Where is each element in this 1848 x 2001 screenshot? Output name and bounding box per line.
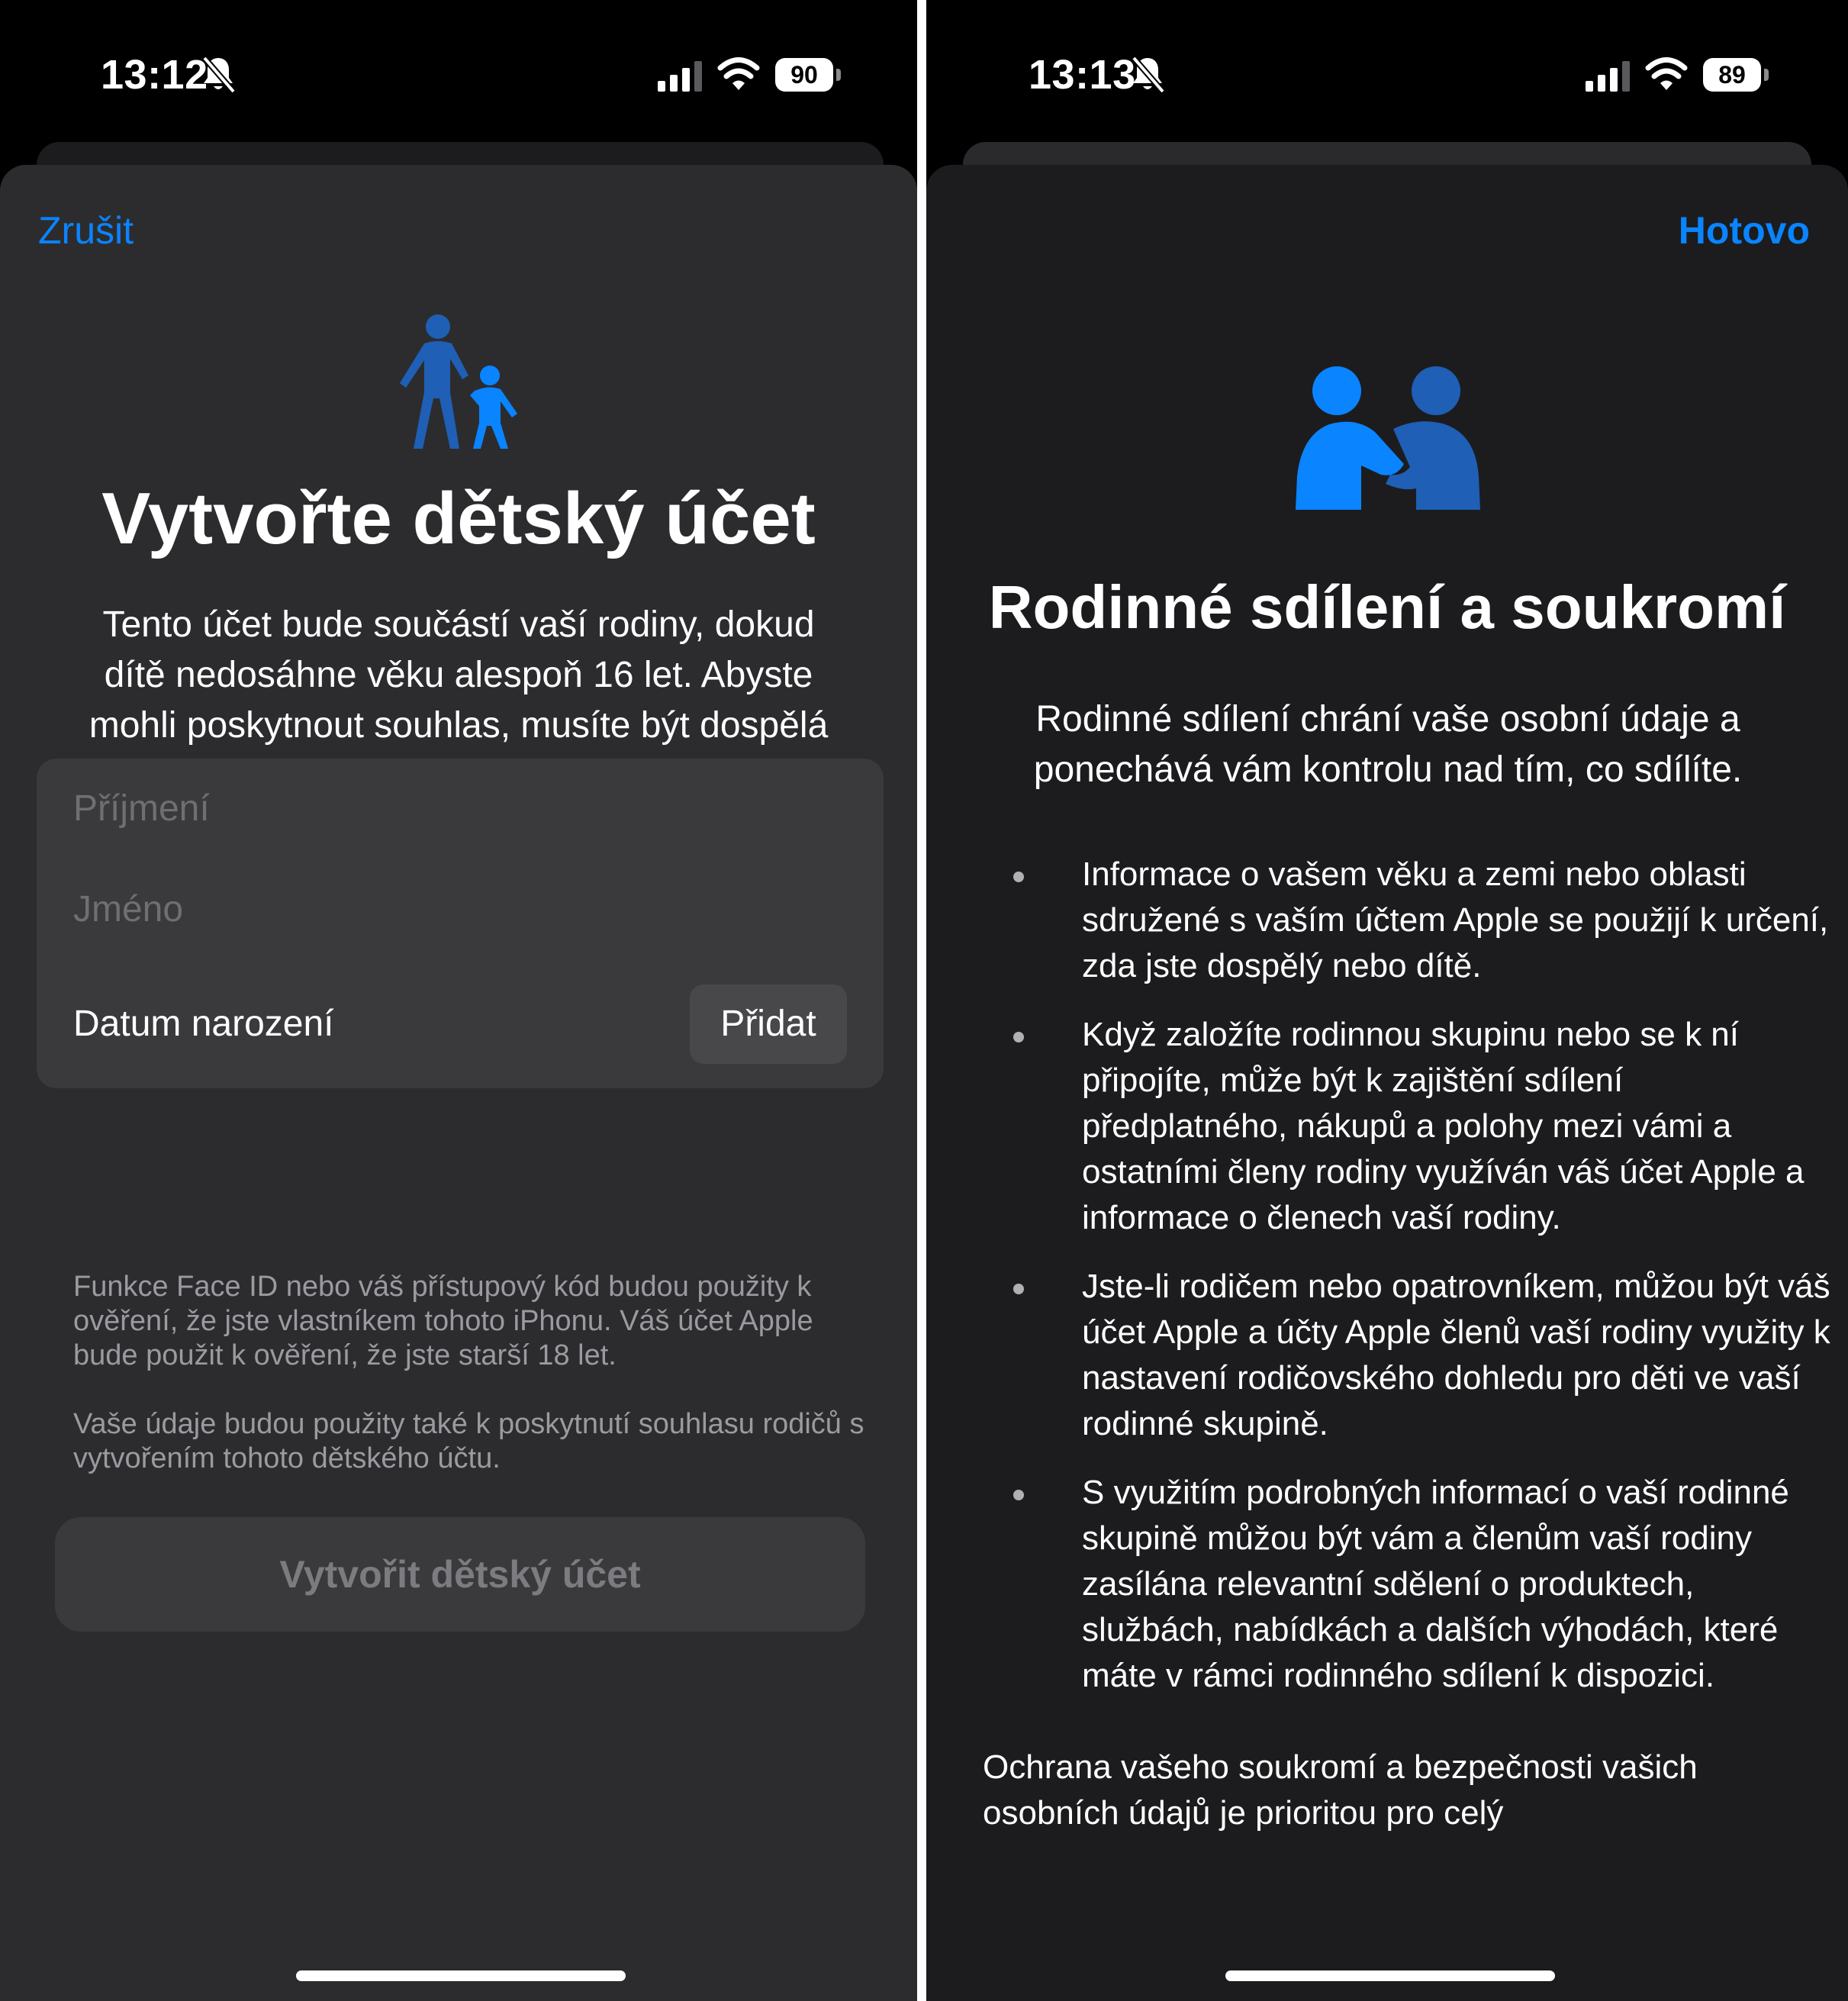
list-item: Jste-li rodičem nebo opatrovníkem, můžou… — [980, 1264, 1834, 1447]
wifi-icon — [1645, 57, 1688, 90]
list-item: Když založíte rodinnou skupinu nebo se k… — [980, 1012, 1834, 1241]
two-people-handshake-icon — [1296, 366, 1480, 510]
bullet-dot — [1013, 1032, 1024, 1042]
home-indicator[interactable] — [1225, 1970, 1555, 1981]
page-title: Vytvořte dětský účet — [101, 478, 816, 559]
bell-slash-icon — [1131, 56, 1166, 94]
battery-nub — [836, 69, 841, 81]
bullet-dot — [1013, 1284, 1024, 1294]
face-id-footnote: Funkce Face ID nebo váš přístupový kód b… — [73, 1271, 813, 1371]
left-phone-screen: 13:12 90 Zrušit Vytvořte dětský účet Ten… — [0, 0, 917, 2001]
first-name-input[interactable]: Jméno — [73, 887, 183, 933]
list-item: S využitím podrobných informací o vaší r… — [980, 1470, 1834, 1699]
cellular-signal-icon — [658, 61, 702, 92]
privacy-bullet-list: Informace o vašem věku a zemi nebo oblas… — [980, 852, 1834, 1722]
bullet-dot — [1013, 1490, 1024, 1500]
consent-footnote: Vaše údaje budou použity také k poskytnu… — [73, 1408, 864, 1474]
birthdate-label: Datum narození — [73, 1004, 334, 1044]
bullet-text: Když založíte rodinnou skupinu nebo se k… — [1082, 1016, 1805, 1236]
home-indicator[interactable] — [296, 1970, 626, 1981]
closing-text: Ochrana vašeho soukromí a bezpečnosti va… — [983, 1748, 1698, 1832]
battery-nub — [1764, 69, 1769, 81]
bullet-dot — [1013, 872, 1024, 882]
family-sharing-privacy-sheet: Hotovo Rodinné sdílení a soukromí Rodinn… — [926, 165, 1848, 2001]
bell-slash-icon — [201, 56, 237, 94]
screenshot-divider — [917, 0, 926, 2001]
intro-text: Rodinné sdílení chrání vaše osobní údaje… — [1033, 699, 1743, 790]
battery-level: 89 — [1703, 58, 1761, 92]
battery-indicator: 90 — [775, 58, 841, 92]
create-child-account-button[interactable]: Vytvořit dětský účet — [55, 1517, 865, 1632]
page-title: Rodinné sdílení a soukromí — [988, 573, 1786, 641]
list-item: Informace o vašem věku a zemi nebo oblas… — [980, 852, 1834, 989]
battery-level: 90 — [775, 58, 833, 92]
cellular-signal-icon — [1586, 61, 1630, 92]
screenshot-pair: 13:12 90 Zrušit Vytvořte dětský účet Ten… — [0, 0, 1848, 2001]
cancel-button[interactable]: Zrušit — [38, 208, 134, 253]
status-time: 13:12 — [101, 52, 208, 98]
bullet-text: Jste-li rodičem nebo opatrovníkem, můžou… — [1082, 1268, 1830, 1442]
bullet-text: Informace o vašem věku a zemi nebo oblas… — [1082, 856, 1829, 984]
child-info-form: Příjmení Jméno Datum narození Přidat — [37, 759, 884, 1088]
status-time: 13:13 — [1029, 52, 1136, 98]
right-phone-screen: 13:13 89 Hotovo Rodinné sdílení a soukro… — [926, 0, 1848, 2001]
surname-input[interactable]: Příjmení — [73, 786, 210, 832]
add-birthdate-button[interactable]: Přidat — [690, 984, 847, 1064]
bullet-text: S využitím podrobných informací o vaší r… — [1082, 1474, 1789, 1694]
battery-indicator: 89 — [1703, 58, 1769, 92]
done-button[interactable]: Hotovo — [1679, 208, 1810, 253]
wifi-icon — [717, 57, 760, 90]
create-child-account-sheet: Zrušit Vytvořte dětský účet Tento účet b… — [0, 165, 917, 2001]
parent-child-walking-icon — [400, 314, 517, 449]
